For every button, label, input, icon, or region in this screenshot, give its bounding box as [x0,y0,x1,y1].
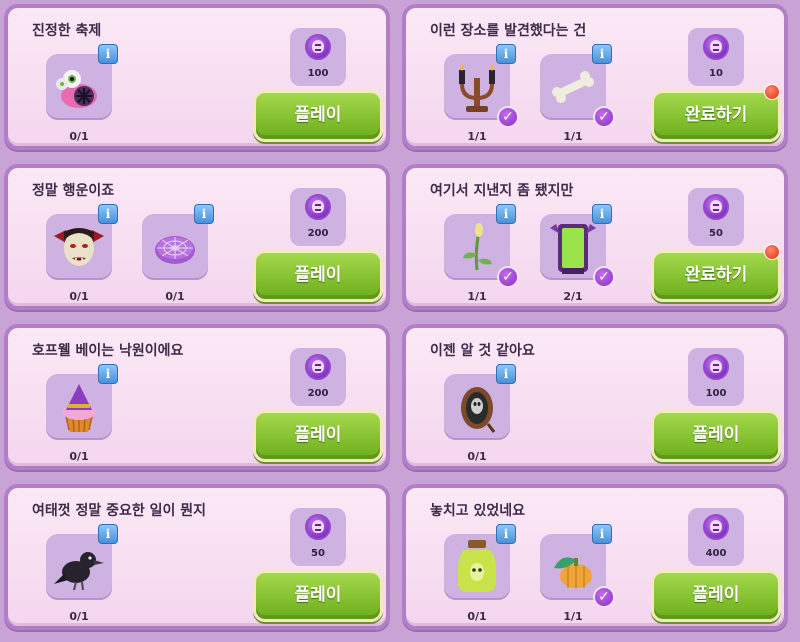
info-icon[interactable]: i [496,44,516,64]
reward-box: 10 [688,28,744,86]
item-count: 0/1 [69,290,89,303]
ghost-coin-icon [305,34,331,60]
quest-title: 여기서 지낸지 좀 됐지만 [430,183,574,199]
ghost-coin-icon [703,194,729,220]
item-count: 0/1 [69,450,89,463]
reward-box: 200 [290,188,346,246]
info-icon[interactable]: i [98,204,118,224]
quest-item[interactable]: i ✓ [540,44,615,128]
item-count: 2/1 [563,290,583,303]
quest-item[interactable]: i [46,364,118,440]
info-icon[interactable]: i [592,44,612,64]
quest-card: 호프웰 베이는 낙원이에요 i 0/1 200 플레이 [4,324,390,470]
play-button[interactable]: 플레이 [253,250,383,302]
reward-box: 50 [290,508,346,566]
quest-item[interactable]: i [46,204,118,280]
check-icon: ✓ [593,586,615,608]
quest-item[interactable]: i [444,364,516,440]
reward-amount: 200 [307,388,329,399]
item-count: 1/1 [467,290,487,303]
info-icon[interactable]: i [98,524,118,544]
item-count: 0/1 [69,610,89,623]
quest-card: 놓치고 있었네요 i 0/1 i ✓ 1/1 400 플레이 [402,484,788,630]
item-count: 0/1 [467,610,487,623]
complete-button[interactable]: 완료하기 [651,250,781,302]
quest-title: 놓치고 있었네요 [430,503,526,519]
quest-card: 여태껏 정말 중요한 일이 뭔지 i 0/1 50 플레이 [4,484,390,630]
reward-amount: 200 [307,228,329,239]
ghost-coin-icon [305,354,331,380]
info-icon[interactable]: i [496,524,516,544]
quest-item[interactable]: i ✓ [444,204,519,288]
quest-card: 여기서 지낸지 좀 됐지만 i ✓ 1/1 i ✓ 2/1 50 완료하기 [402,164,788,310]
ghost-coin-icon [703,514,729,540]
play-button[interactable]: 플레이 [253,410,383,462]
quest-title: 이런 장소를 발견했다는 건 [430,23,587,39]
info-icon[interactable]: i [194,204,214,224]
quest-item[interactable]: i [142,204,214,280]
quest-title: 정말 행운이죠 [32,183,115,199]
item-count: 1/1 [467,130,487,143]
ghost-coin-icon [305,194,331,220]
ghost-coin-icon [703,354,729,380]
info-icon[interactable]: i [592,524,612,544]
reward-amount: 10 [709,68,723,79]
ghost-coin-icon [305,514,331,540]
reward-amount: 100 [705,388,727,399]
quest-item[interactable]: i ✓ [540,524,615,608]
quest-card: 정말 행운이죠 i 0/1 i 0/1 200 플레이 [4,164,390,310]
quest-title: 호프웰 베이는 낙원이에요 [32,343,184,359]
complete-button[interactable]: 완료하기 [651,90,781,142]
reward-box: 400 [688,508,744,566]
item-count: 1/1 [563,610,583,623]
notification-dot [764,84,780,100]
quest-title: 이젠 알 것 같아요 [430,343,535,359]
reward-amount: 400 [705,548,727,559]
quest-card: 이런 장소를 발견했다는 건 i ✓ 1/1 i ✓ 1/1 10 완료하기 [402,4,788,150]
quest-item[interactable]: i [444,524,516,600]
item-count: 0/1 [69,130,89,143]
reward-box: 100 [688,348,744,406]
item-count: 0/1 [165,290,185,303]
quest-title: 진정한 축제 [32,23,102,39]
notification-dot [764,244,780,260]
reward-box: 50 [688,188,744,246]
check-icon: ✓ [497,106,519,128]
play-button[interactable]: 플레이 [253,570,383,622]
quest-item[interactable]: i ✓ [540,204,615,288]
check-icon: ✓ [593,106,615,128]
check-icon: ✓ [593,266,615,288]
info-icon[interactable]: i [496,204,516,224]
check-icon: ✓ [497,266,519,288]
item-count: 0/1 [467,450,487,463]
reward-amount: 50 [709,228,723,239]
quest-item[interactable]: i [46,524,118,600]
play-button[interactable]: 플레이 [253,90,383,142]
quest-card: 이젠 알 것 같아요 i 0/1 100 플레이 [402,324,788,470]
info-icon[interactable]: i [98,44,118,64]
play-button[interactable]: 플레이 [651,410,781,462]
ghost-coin-icon [703,34,729,60]
item-count: 1/1 [563,130,583,143]
quest-title: 여태껏 정말 중요한 일이 뭔지 [32,503,207,519]
reward-box: 100 [290,28,346,86]
info-icon[interactable]: i [98,364,118,384]
info-icon[interactable]: i [496,364,516,384]
quest-item[interactable]: i ✓ [444,44,519,128]
quest-card: 진정한 축제 i 0/1 100 플레이 [4,4,390,150]
reward-box: 200 [290,348,346,406]
reward-amount: 100 [307,68,329,79]
reward-amount: 50 [311,548,325,559]
play-button[interactable]: 플레이 [651,570,781,622]
quest-item[interactable]: i [46,44,118,120]
info-icon[interactable]: i [592,204,612,224]
